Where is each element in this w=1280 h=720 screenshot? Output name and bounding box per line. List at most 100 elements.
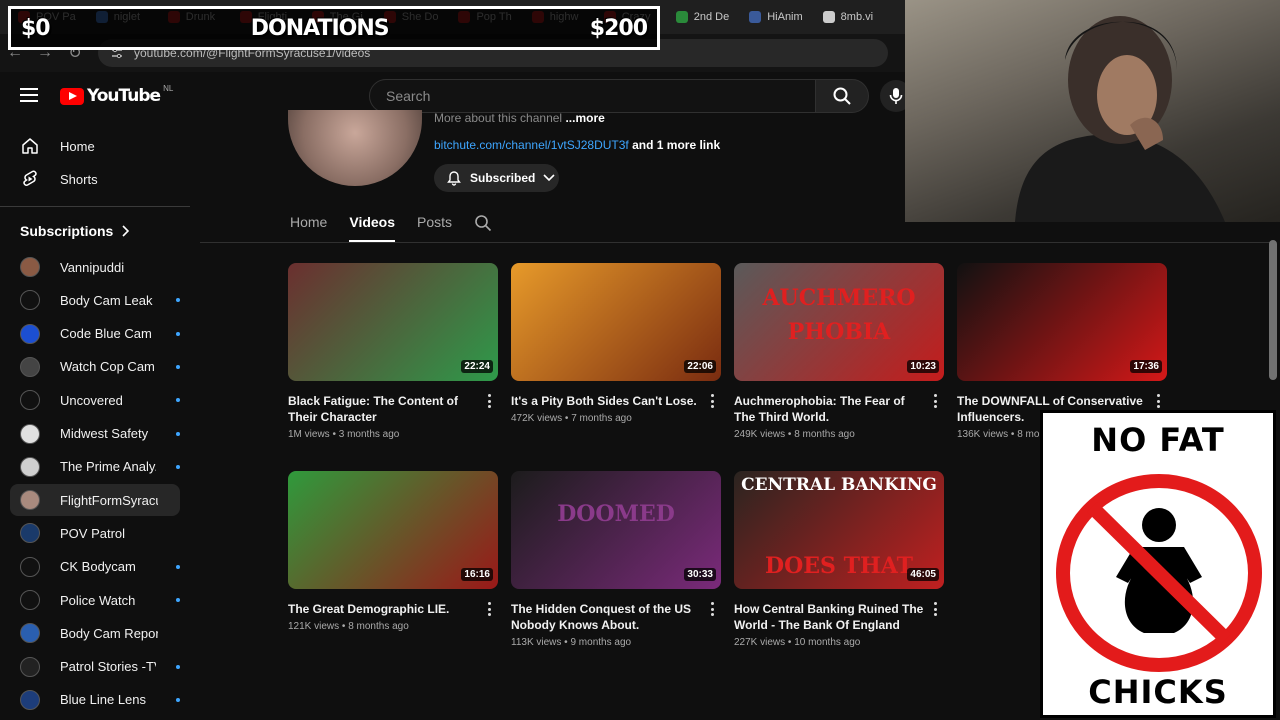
- new-content-dot: [176, 564, 180, 569]
- subscriptions-label: Subscriptions: [20, 223, 114, 239]
- more-links-text[interactable]: and 1 more link: [632, 138, 720, 152]
- home-icon: [20, 136, 40, 156]
- page-scrollbar[interactable]: [1269, 240, 1277, 380]
- video-title[interactable]: The Hidden Conquest of the US Nobody Kno…: [511, 601, 701, 633]
- more-link[interactable]: ...more: [565, 111, 604, 125]
- tab-label: 8mb.vi: [840, 11, 874, 23]
- browser-tab[interactable]: 8mb.vi: [813, 2, 885, 32]
- video-title[interactable]: Auchmerophobia: The Fear of The Third Wo…: [734, 393, 924, 425]
- view-count: 249K views: [734, 429, 786, 440]
- more-actions-icon[interactable]: [930, 393, 940, 409]
- subscriptions-heading[interactable]: Subscriptions: [20, 223, 130, 239]
- subscription-name: CK Bodycam: [60, 559, 136, 575]
- channel-external-link[interactable]: bitchute.com/channel/1vtSJ28DUT3f: [434, 138, 629, 152]
- upload-age: 8 months ago: [794, 429, 855, 440]
- subscription-name: Body Cam Report: [60, 625, 158, 641]
- video-thumbnail[interactable]: 16:16: [288, 471, 498, 589]
- video-title[interactable]: How Central Banking Ruined The World - T…: [734, 601, 924, 633]
- video-title[interactable]: It's a Pity Both Sides Can't Lose.: [511, 393, 701, 409]
- menu-icon[interactable]: [20, 88, 38, 102]
- subscription-name: Watch Cop Cam: [60, 359, 155, 375]
- sidebar-subscription-item[interactable]: Watch Cop Cam: [10, 351, 180, 383]
- more-actions-icon[interactable]: [930, 601, 940, 617]
- more-actions-icon[interactable]: [484, 393, 494, 409]
- sidebar-divider: [0, 206, 190, 207]
- sidebar-subscription-item[interactable]: The Prime Analy...: [10, 451, 180, 483]
- sidebar-subscription-item[interactable]: Patrol Stories -TV: [10, 651, 180, 683]
- view-count: 472K views: [511, 413, 563, 424]
- sidebar-subscription-item[interactable]: Midwest Safety: [10, 418, 180, 450]
- logo-text: YouTube: [87, 86, 161, 106]
- tab-home[interactable]: Home: [290, 206, 327, 242]
- sidebar-item-home[interactable]: Home: [10, 130, 180, 162]
- tab-videos[interactable]: Videos: [349, 206, 395, 242]
- sidebar-item-label: Shorts: [60, 171, 98, 187]
- video-thumbnail[interactable]: 17:36: [957, 263, 1167, 381]
- tabs-divider: [200, 242, 1270, 243]
- search-button[interactable]: [815, 79, 869, 113]
- channel-avatar[interactable]: [288, 110, 422, 186]
- video-card[interactable]: DOOMED 30:33 The Hidden Conquest of the US…: [511, 471, 721, 648]
- more-actions-icon[interactable]: [707, 393, 717, 409]
- sidebar-subscription-item[interactable]: Blue Line Lens: [10, 684, 180, 716]
- upload-age: 8 months ago: [348, 621, 409, 632]
- more-actions-icon[interactable]: [1153, 393, 1163, 409]
- sidebar-subscription-item[interactable]: Police Watch: [10, 584, 180, 616]
- more-actions-icon[interactable]: [707, 601, 717, 617]
- search-icon: [833, 87, 851, 105]
- video-thumbnail[interactable]: CENTRAL BANKING DOES THAT 46:05: [734, 471, 944, 589]
- video-card[interactable]: 22:06 It's a Pity Both Sides Can't Lose. 4…: [511, 263, 721, 424]
- meta-separator: •: [339, 621, 349, 632]
- avatar: [20, 456, 40, 477]
- sidebar-subscription-item[interactable]: Body Cam Leak: [10, 284, 180, 316]
- video-metadata: 1M views • 3 months ago: [288, 429, 498, 440]
- subscribed-label: Subscribed: [470, 171, 536, 185]
- video-card[interactable]: CENTRAL BANKING DOES THAT 46:05 How Central…: [734, 471, 944, 648]
- view-count: 121K views: [288, 621, 340, 632]
- video-card[interactable]: 22:24 Black Fatigue: The Content of Their…: [288, 263, 498, 440]
- video-metadata: 113K views • 9 months ago: [511, 637, 721, 648]
- tab-label: 2nd De: [693, 11, 730, 23]
- sidebar-subscription-item[interactable]: CK Bodycam: [10, 551, 180, 583]
- avatar: [20, 390, 40, 411]
- more-actions-icon[interactable]: [484, 601, 494, 617]
- video-duration: 46:05: [907, 568, 939, 581]
- sidebar-subscription-item[interactable]: Body Cam Report: [10, 617, 180, 649]
- avatar: [20, 689, 40, 710]
- sidebar-subscription-item[interactable]: POV Patrol: [10, 517, 180, 549]
- video-thumbnail[interactable]: DOOMED 30:33: [511, 471, 721, 589]
- video-thumbnail[interactable]: 22:24: [288, 263, 498, 381]
- channel-tabs: Home Videos Posts: [290, 206, 492, 242]
- video-duration: 17:36: [1130, 360, 1162, 373]
- video-duration: 16:16: [461, 568, 493, 581]
- video-title[interactable]: The Great Demographic LIE.: [288, 601, 478, 617]
- browser-tab[interactable]: HiAnim: [739, 2, 812, 32]
- avatar: [20, 523, 40, 544]
- sidebar-subscription-item[interactable]: FlightFormSyracuse: [10, 484, 180, 517]
- sidebar-subscription-item[interactable]: Vannipuddi: [10, 251, 180, 283]
- tab-posts[interactable]: Posts: [417, 206, 452, 242]
- new-content-dot: [176, 364, 180, 369]
- new-content-dot: [176, 598, 180, 602]
- chevron-right-icon: [122, 225, 130, 237]
- video-title[interactable]: Black Fatigue: The Content of Their Char…: [288, 393, 478, 425]
- video-card[interactable]: 16:16 The Great Demographic LIE. 121K view…: [288, 471, 498, 632]
- video-thumbnail[interactable]: 22:06: [511, 263, 721, 381]
- video-card[interactable]: AUCHMERO PHOBIA 10:23 Auchmerophobia: The F…: [734, 263, 944, 440]
- video-thumbnail[interactable]: AUCHMERO PHOBIA 10:23: [734, 263, 944, 381]
- sidebar-item-shorts[interactable]: Shorts: [10, 163, 180, 195]
- channel-description-link[interactable]: More about this channel ...more: [434, 111, 605, 125]
- upload-age: 3 months ago: [338, 429, 400, 440]
- channel-search-button[interactable]: [474, 206, 492, 235]
- meta-separator: •: [785, 429, 795, 440]
- sidebar-subscription-item[interactable]: Uncovered: [10, 384, 180, 416]
- youtube-logo[interactable]: YouTube NL: [60, 84, 173, 106]
- browser-tab[interactable]: 2nd De: [666, 2, 739, 32]
- search-input[interactable]: [386, 88, 815, 104]
- prohibition-icon: [1056, 474, 1262, 672]
- chevron-down-icon: [543, 174, 555, 182]
- sidebar-subscription-item[interactable]: Code Blue Cam: [10, 318, 180, 350]
- sidebar-item-label: Home: [60, 138, 95, 154]
- video-duration: 10:23: [907, 360, 939, 373]
- subscribed-button[interactable]: Subscribed: [434, 164, 559, 192]
